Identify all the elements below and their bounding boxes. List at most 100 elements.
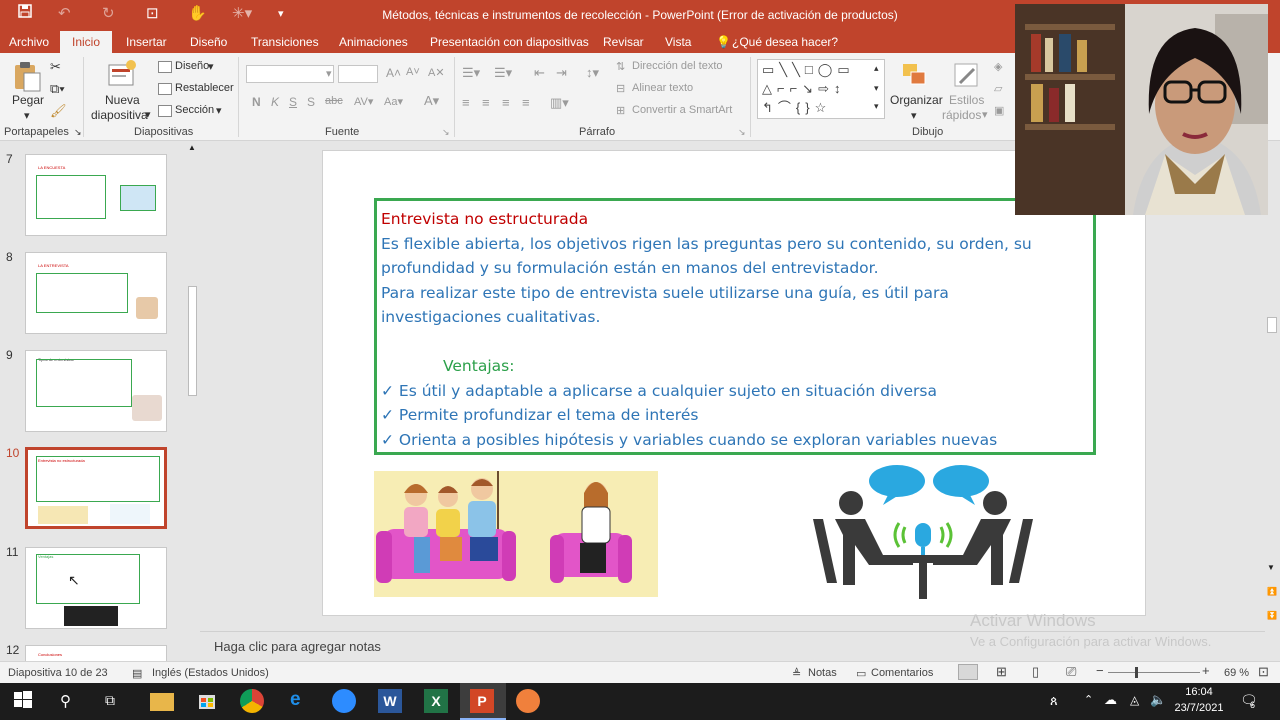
font-color-icon[interactable]: A▾ [424,93,439,109]
tab-vista[interactable]: Vista [665,35,691,49]
shrink-font-icon[interactable]: A˅ [406,66,420,78]
justify-icon[interactable]: ≡ [522,95,530,110]
clock-date[interactable]: 23/7/2021 [1172,702,1226,714]
people-icon[interactable]: ጰ [1050,693,1058,709]
onedrive-icon[interactable]: ☁ [1104,692,1117,708]
arrange-button[interactable]: Organizar [890,93,943,107]
search-icon[interactable]: ⚲ [60,692,71,710]
tab-inicio[interactable]: Inicio [60,31,113,53]
bullets-icon[interactable]: ☰▾ [462,65,480,81]
paragraph-launcher-icon[interactable]: ↘ [738,127,746,138]
zoom-out-button[interactable]: − [1096,663,1104,678]
numbering-icon[interactable]: ☰▾ [494,65,512,81]
slide-thumbnail-11[interactable]: Ventajas ↖ [25,547,167,629]
reset-button[interactable]: Restablecer [175,82,234,94]
language-status[interactable]: Inglés (Estados Unidos) [152,667,269,679]
slide-thumbnail-12[interactable]: Conclusiones [25,645,167,661]
reading-view-icon[interactable]: ▯ [1032,664,1039,680]
clear-format-icon[interactable]: A✕ [428,66,445,79]
network-icon[interactable]: ◬ [1130,693,1139,707]
slide-scroll-thumb[interactable] [1267,317,1277,333]
tab-archivo[interactable]: Archivo [9,35,49,49]
slide-thumbnail-9[interactable]: Tipos de entrevistas [25,350,167,432]
tab-diseno[interactable]: Diseño [190,35,227,49]
quick-styles-dropdown-icon[interactable]: ▾ [982,108,988,121]
slide-thumbnail-10[interactable]: Entrevista no estructurada [25,447,167,529]
new-slide-dropdown-icon[interactable]: ▾ [145,108,151,121]
comments-button[interactable]: Comentarios [871,667,933,679]
next-slide-icon[interactable]: ⏬ [1267,611,1277,620]
shape-effects-icon[interactable]: ▣ [994,104,1004,117]
tab-animaciones[interactable]: Animaciones [339,35,408,49]
underline-button[interactable]: S [289,95,297,109]
slideshow-icon[interactable]: ⎚ [1066,664,1076,680]
new-slide-icon[interactable] [107,59,137,89]
font-size-select[interactable] [338,65,378,83]
clock-time[interactable]: 16:04 [1176,686,1222,698]
slide-sorter-icon[interactable]: ⊞ [996,664,1007,680]
paste-dropdown-icon[interactable]: ▾ [24,109,30,122]
excel-icon[interactable]: X [424,689,448,713]
text-direction-button[interactable]: Dirección del texto [632,60,723,72]
file-explorer-icon[interactable] [150,693,174,711]
shadow-button[interactable]: S [307,95,315,109]
cut-icon[interactable]: ✂ [50,59,61,75]
slide-scrollbar[interactable]: ▼ ⏫ ⏬ [1263,141,1280,661]
notifications-icon[interactable]: 🗨 [1240,692,1258,709]
grow-font-icon[interactable]: A˄ [386,66,401,80]
line-spacing-icon[interactable]: ↕▾ [586,65,599,81]
zoom-slider[interactable] [1108,672,1200,673]
arrange-icon[interactable] [900,61,930,91]
volume-icon[interactable]: 🔈 [1150,692,1166,708]
change-case-icon[interactable]: Aa▾ [384,95,403,108]
edge-icon[interactable]: e [290,689,301,711]
new-slide-label-2[interactable]: diapositiva [91,108,148,122]
scroll-down-icon[interactable]: ▼ [1267,563,1275,572]
store-icon[interactable] [196,689,220,713]
decrease-indent-icon[interactable]: ⇤ [534,65,545,81]
quick-styles-label-2[interactable]: rápidos [942,108,981,122]
spellcheck-icon[interactable]: ▤ [132,667,142,680]
copy-icon[interactable]: ⧉▾ [50,81,65,97]
shapes-scroll-up-icon[interactable]: ▴ [874,63,879,74]
font-family-dropdown-icon[interactable]: ▾ [326,67,332,80]
quick-styles-icon[interactable] [952,61,982,91]
convert-smartart-button[interactable]: Convertir a SmartArt [632,104,732,116]
font-launcher-icon[interactable]: ↘ [442,127,450,138]
zoom-level[interactable]: 69 % [1224,667,1249,679]
layout-button[interactable]: Diseño [175,60,209,72]
tab-insertar[interactable]: Insertar [126,35,167,49]
slide-thumbnail-8[interactable]: LA ENTREVISTA [25,252,167,334]
thumbnail-scroll-thumb[interactable] [188,286,197,396]
shape-fill-icon[interactable]: ◈ [994,60,1002,73]
slide-content-textbox[interactable]: Entrevista no estructurada Es flexible a… [374,198,1096,455]
recorder-icon[interactable] [516,689,540,713]
previous-slide-icon[interactable]: ⏫ [1267,587,1277,596]
normal-view-icon[interactable] [958,664,978,680]
font-family-select[interactable] [246,65,334,83]
shapes-scroll-down-icon[interactable]: ▾ [874,83,879,94]
paste-button[interactable]: Pegar [12,93,44,107]
bold-button[interactable]: N [252,95,261,109]
show-hidden-icons[interactable]: ⌃ [1084,693,1093,706]
zoom-icon[interactable] [332,689,356,713]
align-right-icon[interactable]: ≡ [502,95,510,110]
increase-indent-icon[interactable]: ⇥ [556,65,567,81]
section-button[interactable]: Sección [175,104,214,116]
scroll-up-icon[interactable]: ▲ [188,143,196,152]
tab-revisar[interactable]: Revisar [603,35,644,49]
align-center-icon[interactable]: ≡ [482,95,490,110]
new-slide-label-1[interactable]: Nueva [105,93,140,107]
task-view-icon[interactable]: ⧉ [105,692,115,709]
notes-placeholder[interactable]: Haga clic para agregar notas [214,639,381,654]
shapes-more-icon[interactable]: ▾ [874,101,879,112]
columns-icon[interactable]: ▥▾ [550,95,569,111]
notes-toggle-button[interactable]: Notas [808,667,837,679]
quick-styles-label-1[interactable]: Estilos [949,93,984,107]
arrange-dropdown-icon[interactable]: ▾ [911,109,917,122]
slide-thumbnail-7[interactable]: LA ENCUESTA [25,154,167,236]
align-text-button[interactable]: Alinear texto [632,82,693,94]
chrome-icon[interactable] [240,689,264,713]
windows-start-icon[interactable] [12,689,36,713]
align-left-icon[interactable]: ≡ [462,95,470,110]
